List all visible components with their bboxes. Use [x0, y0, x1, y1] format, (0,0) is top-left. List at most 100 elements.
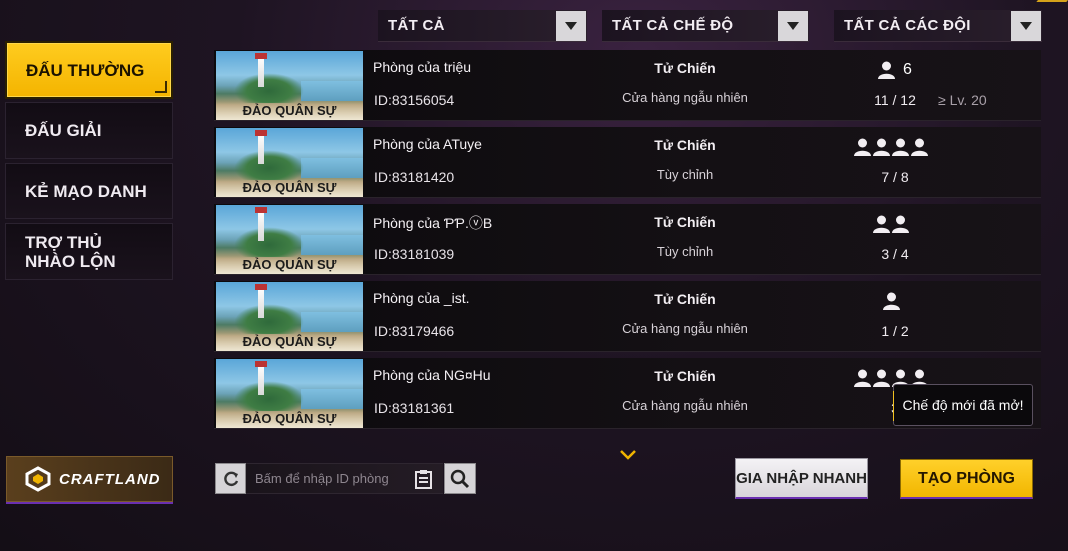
- room-name: Phòng của ƤƤ.ⓥB: [373, 215, 493, 231]
- room-name: Phòng của triệu: [373, 59, 472, 75]
- refresh-button[interactable]: [215, 463, 246, 494]
- map-thumbnail: ĐẢO QUÂN SỰ: [216, 282, 363, 351]
- map-name: ĐẢO QUÂN SỰ: [216, 256, 363, 274]
- room-mode: Tử Chiến: [654, 214, 716, 230]
- filter-mode-label: TẤT CẢ CHẾ ĐỘ: [612, 17, 734, 34]
- room-shop: Cửa hàng ngẫu nhiên: [622, 398, 748, 413]
- map-name: ĐẢO QUÂN SỰ: [216, 179, 363, 197]
- lighthouse-icon: [255, 207, 267, 241]
- tooltip-text: Chế độ mới đã mở!: [902, 397, 1024, 413]
- filter-team-select[interactable]: TẤT CẢ CÁC ĐỘI: [834, 10, 1042, 42]
- lighthouse-icon: [255, 361, 267, 395]
- room-mode: Tử Chiến: [654, 291, 716, 307]
- team-size: [836, 138, 954, 156]
- map-island: [234, 381, 304, 411]
- room-id: ID:83181361: [374, 400, 455, 416]
- person-icon: [854, 369, 871, 387]
- refresh-icon: [223, 471, 238, 486]
- chevron-down-icon[interactable]: [778, 10, 808, 41]
- room-name: Phòng của NG¤Hu: [373, 367, 491, 383]
- lighthouse-icon: [255, 130, 267, 164]
- map-thumbnail: ĐẢO QUÂN SỰ: [216, 205, 363, 274]
- room-id: ID:83181039: [374, 246, 455, 262]
- chevron-down-icon[interactable]: [618, 448, 638, 462]
- map-island: [234, 150, 304, 180]
- person-icon: [854, 138, 871, 156]
- room-name: Phòng của _ist.: [373, 290, 470, 306]
- team-count: 6: [903, 61, 912, 78]
- chevron-down-icon[interactable]: [1011, 10, 1041, 41]
- map-sea: [301, 235, 363, 255]
- map-sea: [301, 158, 363, 178]
- room-name: Phòng của ATuye: [373, 136, 482, 152]
- quick-join-button[interactable]: GIA NHẬP NHANH: [735, 458, 868, 499]
- tab-impostor[interactable]: KẺ MẠO DANH: [5, 163, 173, 219]
- map-island: [234, 73, 304, 103]
- person-icon: [873, 138, 890, 156]
- player-count: 7 / 8: [881, 169, 909, 185]
- map-name: ĐẢO QUÂN SỰ: [216, 102, 363, 120]
- craftland-logo-icon: [25, 466, 51, 492]
- create-room-button[interactable]: TẠO PHÒNG: [900, 459, 1033, 499]
- filter-map-select[interactable]: TẤT CẢ: [378, 10, 587, 42]
- room-id: ID:83156054: [374, 92, 455, 108]
- room-shop: Tùy chỉnh: [656, 167, 714, 182]
- tab-normal-match[interactable]: ĐẤU THƯỜNG: [5, 41, 173, 99]
- person-icon: [892, 138, 909, 156]
- tab-tournament[interactable]: ĐẤU GIẢI: [5, 102, 173, 159]
- room-row[interactable]: ĐẢO QUÂN SỰ Phòng của ATuye ID:83181420 Tử …: [214, 127, 1041, 198]
- new-mode-tooltip: Chế độ mới đã mở!: [893, 384, 1033, 426]
- clipboard-icon[interactable]: [414, 469, 433, 489]
- player-count: 11 / 12: [874, 92, 916, 108]
- tab-assistant[interactable]: TRỢ THỦ NHÀO LỘN: [5, 223, 173, 280]
- team-size: [836, 292, 954, 310]
- room-list-screen: TẤT CẢ TẤT CẢ CHẾ ĐỘ TẤT CẢ CÁC ĐỘI ĐẤU …: [0, 0, 1068, 551]
- chevron-down-icon[interactable]: [556, 10, 586, 41]
- person-icon: [873, 369, 890, 387]
- search-button[interactable]: [444, 463, 476, 494]
- filter-team-label: TẤT CẢ CÁC ĐỘI: [844, 17, 971, 34]
- map-sea: [301, 81, 363, 101]
- level-requirement: ≥ Lv. 20: [938, 92, 987, 108]
- tab-label: ĐẤU THƯỜNG: [26, 60, 145, 80]
- map-thumbnail: ĐẢO QUÂN SỰ: [216, 128, 363, 197]
- craftland-button[interactable]: CRAFTLAND: [6, 456, 173, 502]
- tab-label: TRỢ THỦ NHÀO LỘN: [25, 232, 116, 271]
- team-size: [836, 215, 954, 233]
- map-sea: [301, 312, 363, 332]
- quick-join-label: GIA NHẬP NHANH: [736, 469, 867, 487]
- lighthouse-icon: [255, 284, 267, 318]
- craftland-label: CRAFTLAND: [59, 470, 161, 488]
- map-island: [234, 227, 304, 257]
- tab-label: ĐẤU GIẢI: [25, 121, 102, 140]
- person-icon: [892, 215, 909, 233]
- room-id-input[interactable]: [246, 464, 406, 493]
- map-thumbnail: ĐẢO QUÂN SỰ: [216, 359, 363, 428]
- player-count: 3 / 4: [881, 246, 909, 262]
- room-id: ID:83179466: [374, 323, 455, 339]
- team-size: 6: [836, 61, 954, 79]
- room-row[interactable]: ĐẢO QUÂN SỰ Phòng của _ist. ID:83179466 Tử …: [214, 281, 1041, 352]
- room-mode: Tử Chiến: [654, 368, 716, 384]
- filter-mode-select[interactable]: TẤT CẢ CHẾ ĐỘ: [602, 10, 809, 42]
- room-shop: Cửa hàng ngẫu nhiên: [622, 321, 748, 336]
- room-id: ID:83181420: [374, 169, 455, 185]
- room-shop: Cửa hàng ngẫu nhiên: [622, 90, 748, 105]
- room-mode: Tử Chiến: [654, 137, 716, 153]
- person-icon: [878, 61, 896, 79]
- room-row[interactable]: ĐẢO QUÂN SỰ Phòng của triệu ID:83156054 Tử …: [214, 50, 1041, 121]
- person-icon: [873, 215, 890, 233]
- room-mode: Tử Chiến: [654, 60, 716, 76]
- map-island: [234, 304, 304, 334]
- magnifier-icon: [450, 469, 470, 488]
- lighthouse-icon: [255, 53, 267, 87]
- map-name: ĐẢO QUÂN SỰ: [216, 333, 363, 351]
- tab-label: KẺ MẠO DANH: [25, 181, 147, 201]
- filter-map-label: TẤT CẢ: [388, 17, 445, 34]
- create-room-label: TẠO PHÒNG: [918, 469, 1015, 487]
- room-shop: Tùy chỉnh: [656, 244, 714, 259]
- player-count: 1 / 2: [881, 323, 909, 339]
- room-row[interactable]: ĐẢO QUÂN SỰ Phòng của ƤƤ.ⓥB ID:83181039 Tử …: [214, 204, 1041, 275]
- person-icon: [911, 138, 928, 156]
- person-icon: [882, 292, 900, 310]
